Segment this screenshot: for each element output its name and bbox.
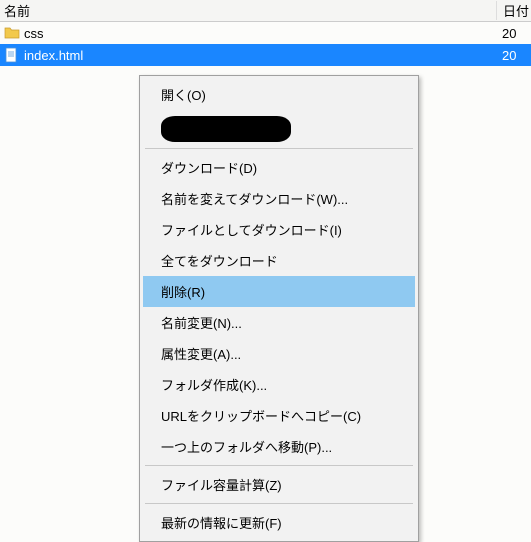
column-header-name[interactable]: 名前	[0, 1, 496, 20]
file-date-label: 20	[496, 48, 531, 63]
redacted-item	[161, 116, 291, 142]
menu-item-attributes[interactable]: 属性変更(A)...	[143, 338, 415, 369]
menu-item-parent-folder[interactable]: 一つ上のフォルダへ移動(P)...	[143, 431, 415, 462]
menu-item-copy-url[interactable]: URLをクリップボードへコピー(C)	[143, 400, 415, 431]
file-name-label: css	[24, 26, 496, 41]
folder-icon	[4, 25, 20, 41]
menu-separator	[145, 148, 413, 149]
menu-item-delete[interactable]: 削除(R)	[143, 276, 415, 307]
file-date-label: 20	[496, 26, 531, 41]
file-row-html[interactable]: index.html 20	[0, 44, 531, 66]
menu-item-download-as-file[interactable]: ファイルとしてダウンロード(I)	[143, 214, 415, 245]
menu-item-download-all[interactable]: 全てをダウンロード	[143, 245, 415, 276]
menu-item-download[interactable]: ダウンロード(D)	[143, 152, 415, 183]
menu-item-open[interactable]: 開く(O)	[143, 79, 415, 110]
menu-item-calc-size[interactable]: ファイル容量計算(Z)	[143, 469, 415, 500]
menu-separator	[145, 465, 413, 466]
column-header-date[interactable]: 日付	[496, 1, 531, 20]
html-file-icon	[4, 47, 20, 63]
menu-item-download-rename[interactable]: 名前を変えてダウンロード(W)...	[143, 183, 415, 214]
menu-item-create-folder[interactable]: フォルダ作成(K)...	[143, 369, 415, 400]
file-name-label: index.html	[24, 48, 496, 63]
menu-separator	[145, 503, 413, 504]
context-menu: 開く(O) ダウンロード(D) 名前を変えてダウンロード(W)... ファイルと…	[139, 75, 419, 542]
file-row-folder[interactable]: css 20	[0, 22, 531, 44]
menu-item-refresh[interactable]: 最新の情報に更新(F)	[143, 507, 415, 538]
menu-item-rename[interactable]: 名前変更(N)...	[143, 307, 415, 338]
column-header-row: 名前 日付	[0, 0, 531, 22]
